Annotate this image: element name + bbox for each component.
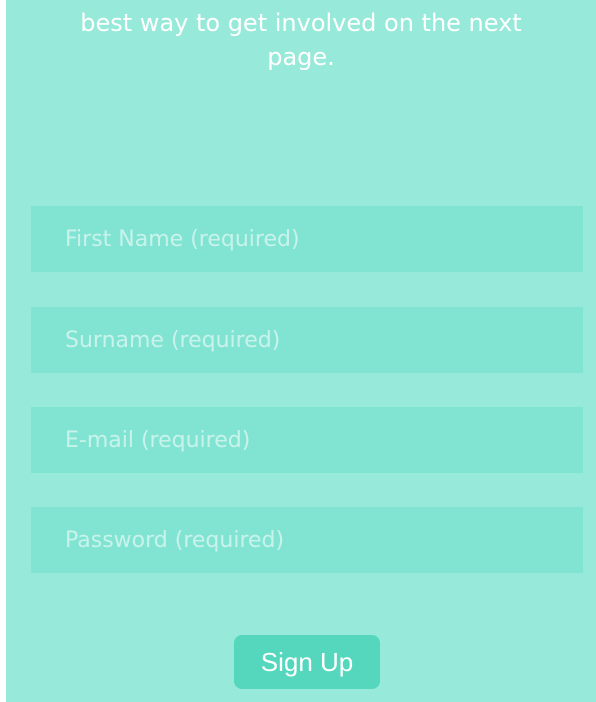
surname-field[interactable]	[31, 307, 583, 373]
sign-up-button[interactable]: Sign Up	[234, 635, 380, 689]
password-field[interactable]	[31, 507, 583, 573]
signup-panel: best way to get involved on the next pag…	[6, 0, 596, 702]
intro-text: best way to get involved on the next pag…	[80, 9, 522, 71]
email-field[interactable]	[31, 407, 583, 473]
first-name-field[interactable]	[31, 206, 583, 272]
